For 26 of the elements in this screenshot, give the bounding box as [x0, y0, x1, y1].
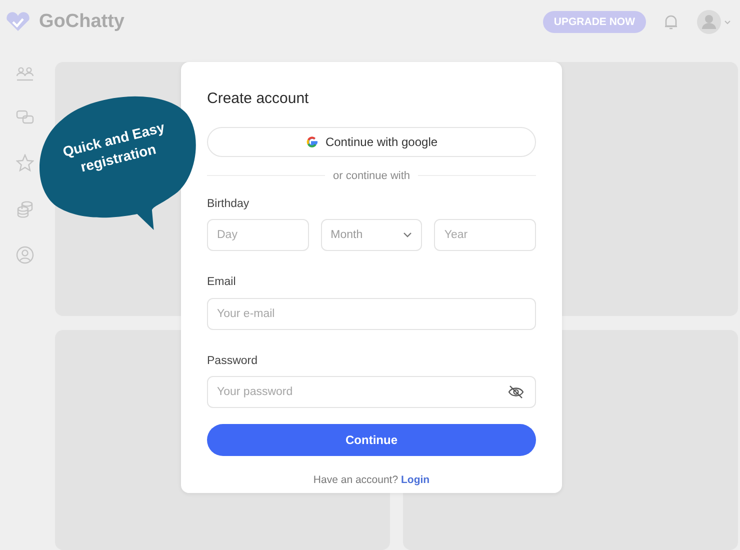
- google-icon: [305, 134, 320, 148]
- field-label: Birthday: [207, 197, 250, 212]
- chat-icon[interactable]: [16, 110, 34, 126]
- field-label: Password: [207, 354, 258, 368]
- notification-bell-icon[interactable]: [664, 14, 678, 30]
- month-dropdown[interactable]: Month: [320, 219, 422, 252]
- google-button[interactable]: Continue with google: [207, 126, 536, 156]
- date-field[interactable]: Day: [207, 219, 309, 252]
- login-prompt: Have an account?: [313, 474, 398, 486]
- star-icon[interactable]: [16, 154, 34, 172]
- people-icon[interactable]: [16, 66, 34, 82]
- app-logo: GoChatty: [39, 10, 124, 34]
- continue-button[interactable]: Continue: [207, 424, 536, 456]
- login-link[interactable]: Login: [401, 474, 430, 486]
- logo-icon: [5, 12, 31, 32]
- caret-icon: [403, 232, 412, 238]
- divider-text: or continue with: [332, 168, 410, 184]
- date-field[interactable]: Year: [434, 219, 536, 252]
- dialog-title: Create account: [207, 89, 310, 109]
- field-label: Email: [207, 275, 237, 290]
- password-field[interactable]: Your password: [207, 376, 536, 408]
- email-field[interactable]: Your e-mail: [207, 298, 536, 330]
- hide-password-icon[interactable]: [508, 384, 524, 399]
- profile-icon[interactable]: [16, 246, 34, 264]
- avatar-icon[interactable]: [696, 9, 732, 35]
- coins-icon[interactable]: [16, 200, 34, 218]
